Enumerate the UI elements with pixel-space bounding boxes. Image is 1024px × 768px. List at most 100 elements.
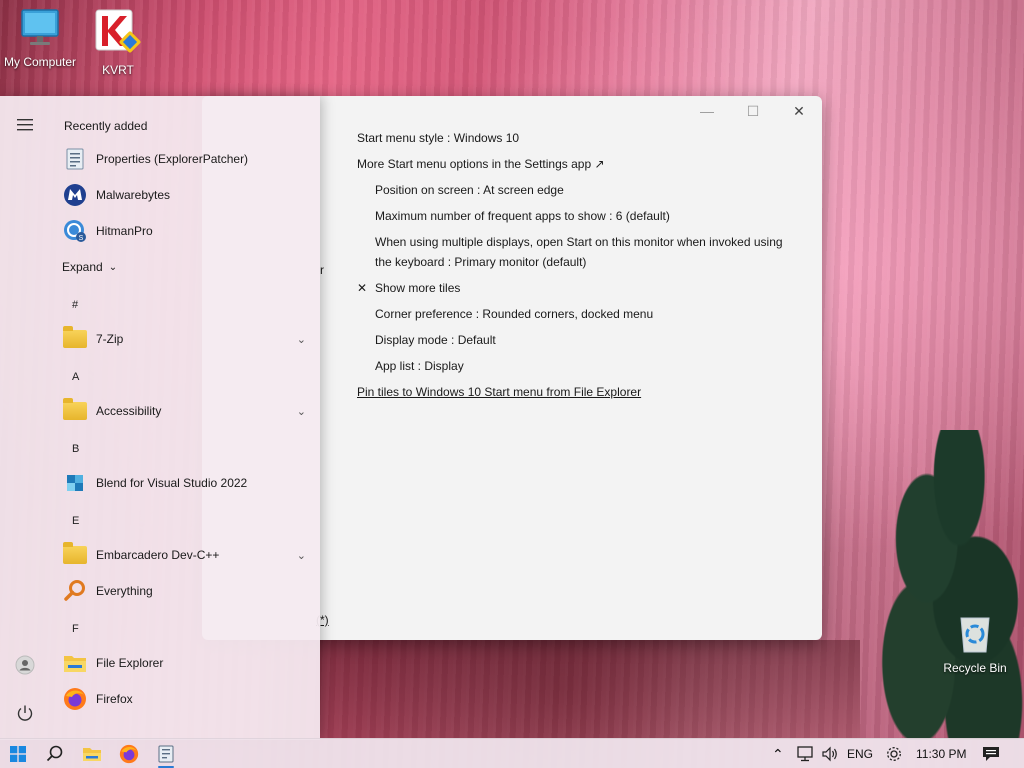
link-pin-tiles[interactable]: Pin tiles to Windows 10 Start menu from … [357,385,641,399]
desktop-icon-my-computer[interactable]: My Computer [0,8,80,69]
option-start-menu-style[interactable]: Start menu style : Windows 10 [357,131,519,145]
chevron-down-icon: ⌄ [296,405,306,418]
desktop-icon-label: Recycle Bin [943,661,1007,675]
truncated-text: r [320,263,324,277]
letter-header-a[interactable]: A [72,371,79,383]
recently-added-header: Recently added [64,119,148,133]
taskbar-properties[interactable] [148,739,184,768]
list-item-hitmanpro[interactable]: S HitmanPro [62,213,306,249]
list-item-dev-cpp[interactable]: Embarcadero Dev-C++ ⌄ [62,537,306,573]
volume-button[interactable] [821,739,839,768]
gear-icon [887,747,901,761]
user-account-button[interactable] [10,650,40,680]
search-button[interactable] [37,739,73,768]
network-button[interactable] [797,739,815,768]
folder-icon [62,542,88,568]
list-item-label: Blend for Visual Studio 2022 [96,476,248,490]
option-corner-preference[interactable]: Corner preference : Rounded corners, doc… [375,307,653,321]
list-item-label: Firefox [96,692,133,706]
settings-button[interactable] [885,739,903,768]
properties-icon [158,745,174,763]
desktop-icon-label: My Computer [3,55,77,69]
list-item-label: Malwarebytes [96,188,171,202]
everything-search-icon [62,578,88,604]
user-icon [15,655,35,675]
power-icon [17,705,33,721]
hamburger-menu-button[interactable] [10,110,40,140]
desktop-icon-recycle-bin[interactable]: Recycle Bin [935,612,1015,675]
letter-header-hash[interactable]: # [72,299,78,311]
hitmanpro-icon: S [62,218,88,244]
kaspersky-icon [95,9,141,53]
letter-header-b[interactable]: B [72,443,79,455]
chevron-down-icon: ⌄ [296,333,306,346]
language-indicator[interactable]: ENG [847,739,873,768]
expand-label: Expand [62,260,103,274]
wallpaper-rock [320,640,860,740]
list-item-properties[interactable]: Properties (ExplorerPatcher) [62,141,306,177]
option-max-frequent-apps[interactable]: Maximum number of frequent apps to show … [375,209,670,223]
taskbar: ⌃ ENG 11:30 PM [0,738,1024,768]
properties-icon [62,146,88,172]
option-multiple-displays-cont[interactable]: the keyboard : Primary monitor (default) [375,255,586,269]
window-controls: — ☐ ✕ [684,96,822,126]
start-rail [0,96,50,740]
search-icon [46,745,63,762]
volume-icon [822,746,837,762]
option-app-list[interactable]: App list : Display [375,359,464,373]
list-item-7zip[interactable]: 7-Zip ⌄ [62,321,306,357]
list-item-label: Embarcadero Dev-C++ [96,548,220,562]
list-item-everything[interactable]: Everything [62,573,306,609]
file-explorer-icon [83,748,101,761]
malwarebytes-icon [62,182,88,208]
list-item-malwarebytes[interactable]: Malwarebytes [62,177,306,213]
option-position-on-screen[interactable]: Position on screen : At screen edge [375,183,564,197]
action-center-button[interactable] [982,739,1000,768]
list-item-blend[interactable]: Blend for Visual Studio 2022 [62,465,306,501]
start-button[interactable] [0,739,36,768]
list-item-label: 7-Zip [96,332,124,346]
option-show-more-tiles[interactable]: Show more tiles [375,281,460,295]
list-item-label: Everything [96,584,153,598]
recycle-bin-icon [960,617,990,653]
list-item-firefox[interactable]: Firefox [62,681,306,717]
taskbar-firefox[interactable] [111,739,147,768]
network-icon [797,746,813,762]
list-item-label: File Explorer [96,656,164,670]
file-explorer-icon [62,650,88,676]
maximize-button[interactable]: ☐ [730,96,776,126]
clock[interactable]: 11:30 PM [916,739,966,768]
chevron-down-icon: ⌄ [108,261,118,273]
firefox-icon [119,744,139,764]
power-button[interactable] [10,698,40,728]
taskbar-file-explorer[interactable] [74,739,110,768]
option-display-mode[interactable]: Display mode : Default [375,333,496,347]
list-item-label: Properties (ExplorerPatcher) [96,152,249,166]
desktop-icon-label: KVRT [102,63,134,77]
windows-logo-icon [10,746,26,762]
list-item-accessibility[interactable]: Accessibility ⌄ [62,393,306,429]
list-item-label: HitmanPro [96,224,153,238]
desktop-icon-kvrt[interactable]: KVRT [78,8,158,77]
expand-button[interactable]: Expand ⌄ [62,249,142,285]
svg-text:S: S [79,235,84,242]
chevron-up-icon: ⌃ [772,745,784,762]
minimize-button[interactable]: — [684,96,730,126]
folder-icon [62,398,88,424]
monitor-icon [21,9,59,45]
blend-icon [62,470,88,496]
chevron-down-icon: ⌄ [296,549,306,562]
list-item-file-explorer[interactable]: File Explorer [62,645,306,681]
option-more-start-options[interactable]: More Start menu options in the Settings … [357,157,605,171]
close-button[interactable]: ✕ [776,96,822,126]
checkmark-icon: ✕ [357,281,368,295]
letter-header-f[interactable]: F [72,623,79,635]
list-item-label: Accessibility [96,404,162,418]
option-multiple-displays[interactable]: When using multiple displays, open Start… [375,235,783,249]
start-menu: Recently added Properties (ExplorerPatch… [0,96,320,740]
notification-icon [983,747,999,761]
folder-icon [62,326,88,352]
letter-header-e[interactable]: E [72,515,79,527]
show-hidden-icons-button[interactable]: ⌃ [772,739,784,768]
wallpaper-tree [862,430,1024,740]
